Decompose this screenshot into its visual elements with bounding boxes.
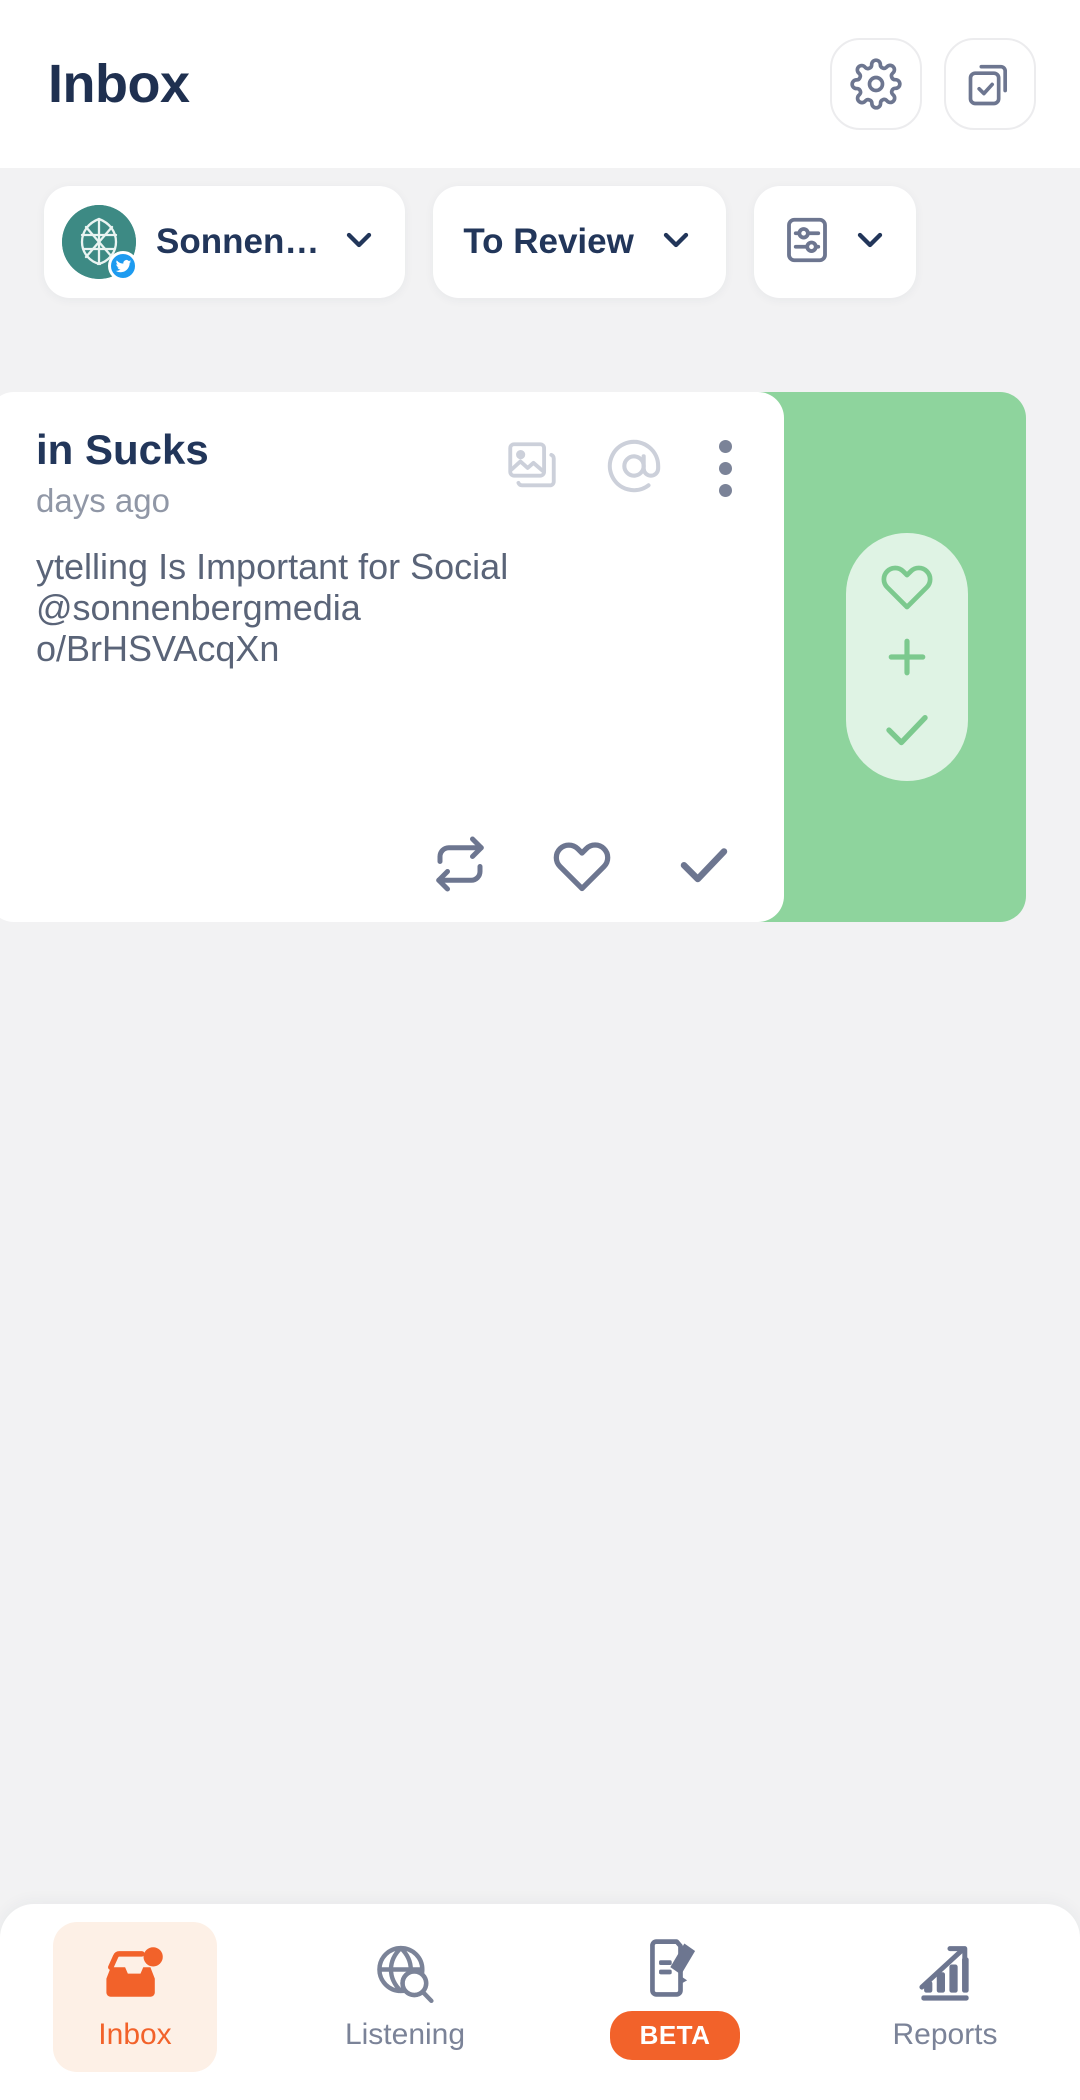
advanced-filter-chip[interactable] — [753, 186, 916, 298]
avatar — [62, 205, 138, 281]
swipe-add-plus-icon[interactable] — [880, 630, 934, 684]
bar-chart-arrow-icon — [912, 1942, 978, 2008]
swipe-like-heart-icon[interactable] — [880, 558, 934, 612]
nav-label-listening: Listening — [344, 2018, 466, 2051]
app-screen: Inbox Sonnen… To Review in Sucks days ag… — [0, 0, 1080, 2100]
gear-icon — [850, 58, 902, 110]
beta-badge: BETA — [609, 2010, 741, 2060]
publish-compose-icon — [642, 1935, 708, 2001]
message-body: ytelling Is Important for Social @sonnen… — [36, 546, 744, 669]
message-card[interactable]: in Sucks days ago ytelling Is Important … — [0, 392, 784, 922]
at-mention-icon[interactable] — [605, 437, 663, 500]
filter-bar: Sonnen… To Review — [0, 168, 1080, 316]
message-meta: in Sucks days ago — [36, 426, 209, 520]
message-body-line: o/BrHSVAcqXn — [36, 628, 280, 670]
like-heart-icon[interactable] — [552, 834, 612, 894]
nav-item-listening[interactable]: Listening — [323, 1922, 487, 2072]
images-icon[interactable] — [503, 437, 561, 500]
nav-item-publish[interactable]: BETA — [593, 1922, 757, 2072]
nav-item-reports[interactable]: Reports — [863, 1922, 1027, 2072]
sliders-filter-icon — [780, 213, 834, 272]
bottom-navigation: Inbox Listening BETA Reports — [0, 1904, 1080, 2100]
swipe-action-buttons — [846, 533, 968, 781]
nav-label-inbox: Inbox — [98, 2018, 172, 2051]
twitter-badge-icon — [108, 251, 138, 281]
nav-item-inbox[interactable]: Inbox — [53, 1922, 217, 2072]
message-title: in Sucks — [36, 426, 209, 473]
tasks-button[interactable] — [944, 38, 1036, 130]
status-filter-label: To Review — [463, 222, 634, 261]
swipe-approve-check-icon[interactable] — [880, 702, 934, 756]
message-header-icons — [503, 426, 744, 501]
chevron-down-icon — [656, 220, 696, 265]
more-vertical-icon[interactable] — [707, 436, 744, 501]
message-timestamp: days ago — [36, 482, 170, 519]
chevron-down-icon — [850, 220, 890, 265]
approve-check-icon[interactable] — [674, 834, 734, 894]
status-filter-chip[interactable]: To Review — [433, 186, 726, 298]
message-actions — [36, 834, 744, 894]
account-filter-chip[interactable]: Sonnen… — [44, 186, 406, 298]
settings-button[interactable] — [830, 38, 922, 130]
checklist-copy-icon — [964, 58, 1016, 110]
inbox-badge-icon — [102, 1942, 168, 2008]
header-actions — [830, 38, 1036, 130]
message-card-header: in Sucks days ago — [36, 426, 744, 520]
app-header: Inbox — [0, 0, 1080, 168]
account-filter-label: Sonnen… — [156, 222, 320, 261]
page-title: Inbox — [48, 54, 190, 114]
message-body-line: @sonnenbergmedia — [36, 587, 361, 629]
nav-label-reports: Reports — [892, 2018, 998, 2051]
message-card-row: in Sucks days ago ytelling Is Important … — [0, 392, 1026, 922]
globe-search-icon — [372, 1942, 438, 2008]
chevron-down-icon — [339, 220, 379, 265]
message-body-line: ytelling Is Important for Social — [36, 546, 509, 587]
retweet-icon[interactable] — [430, 834, 490, 894]
